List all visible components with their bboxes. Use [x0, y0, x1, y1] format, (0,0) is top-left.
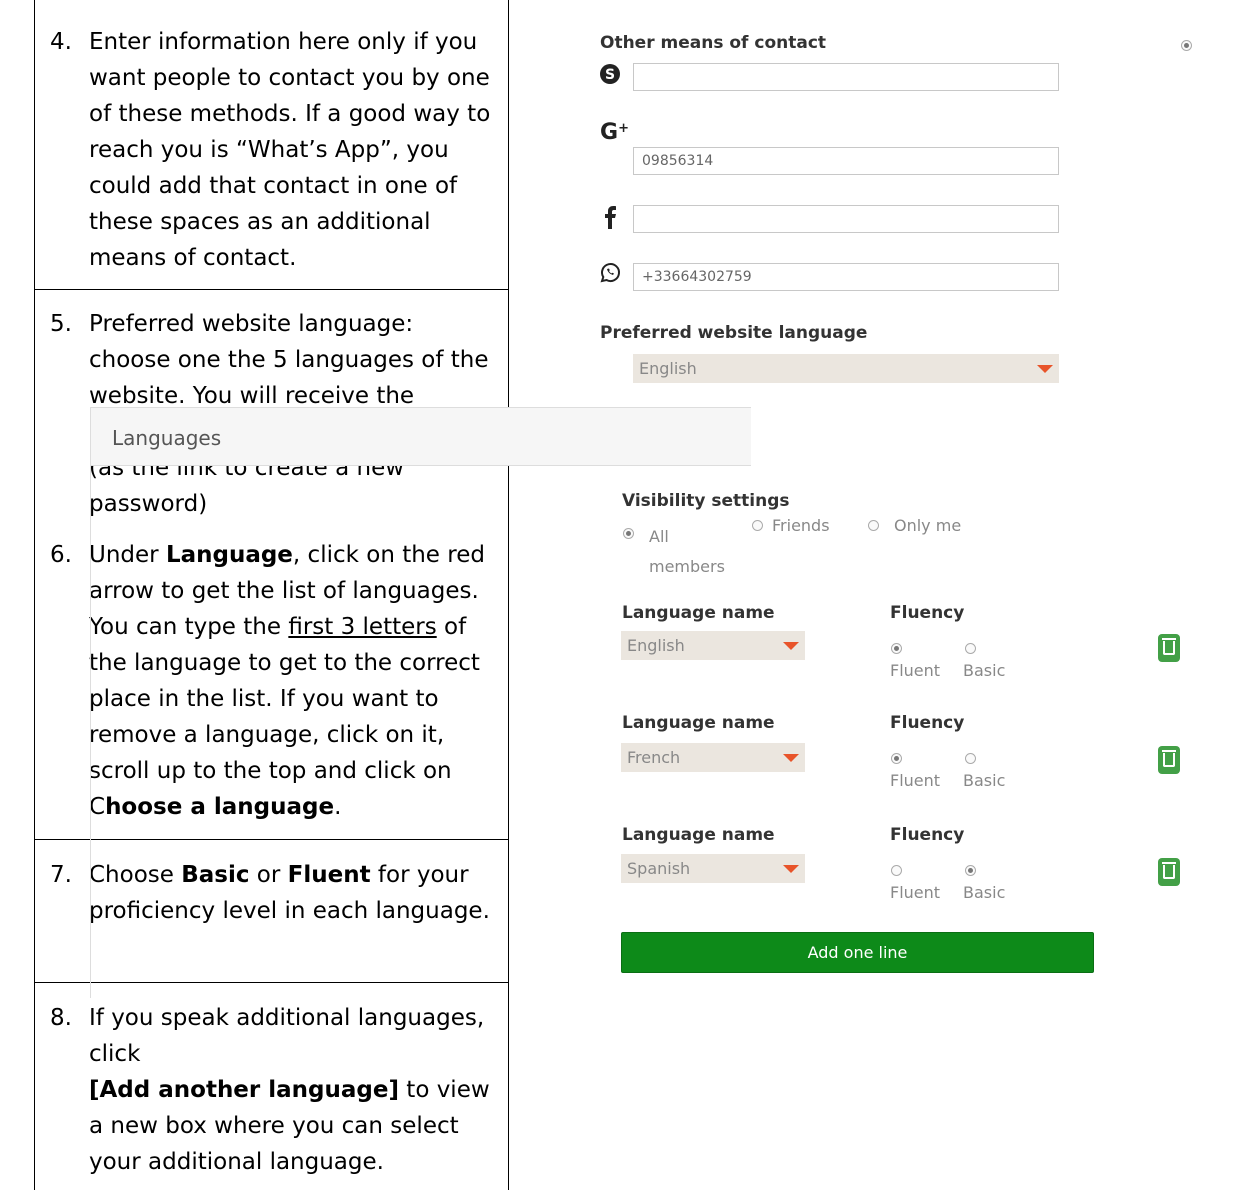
website-language-select[interactable]: English	[633, 354, 1059, 383]
emphasis-add-another-language: [Add another language]	[89, 1077, 399, 1103]
chevron-down-icon	[783, 865, 799, 873]
fluency-basic-label: Basic	[963, 771, 1006, 790]
step-number: 6.	[50, 542, 72, 568]
visibility-friends-radio[interactable]	[752, 520, 763, 531]
trash-icon[interactable]	[1158, 746, 1180, 774]
trash-icon[interactable]	[1158, 858, 1180, 886]
step-number: 5.	[50, 311, 72, 337]
chevron-down-icon	[1037, 365, 1053, 373]
language-value: Spanish	[627, 859, 691, 878]
facebook-icon	[598, 205, 622, 229]
contact-visibility-radio[interactable]	[1181, 40, 1192, 51]
language-name-label: Language name	[622, 825, 775, 845]
table-border-left	[34, 0, 35, 1190]
fluency-basic-radio[interactable]	[965, 753, 976, 764]
language-name-label: Language name	[622, 713, 775, 733]
google-plus-input[interactable]	[633, 147, 1059, 175]
chevron-down-icon	[783, 642, 799, 650]
fluency-fluent-radio[interactable]	[891, 753, 902, 764]
contact-label: Other means of contact	[600, 33, 827, 53]
visibility-all-members-label: All members	[649, 527, 725, 576]
skype-input[interactable]	[633, 63, 1059, 91]
language-select[interactable]: English	[621, 631, 805, 660]
website-language-label: Preferred website language	[600, 323, 868, 343]
language-select[interactable]: French	[621, 743, 805, 772]
text-run: If you speak additional languages, click	[89, 1005, 485, 1067]
step-text: Enter information here only if you want …	[89, 29, 491, 271]
fluency-fluent-label: Fluent	[890, 771, 941, 790]
skype-icon: S	[598, 62, 622, 86]
language-value: English	[627, 636, 685, 655]
fluency-basic-label: Basic	[963, 883, 1006, 902]
step-text: If you speak additional languages, click…	[89, 1000, 496, 1180]
step-number: 8.	[50, 1005, 72, 1031]
step-number: 7.	[50, 862, 72, 888]
visibility-only-me-radio[interactable]	[868, 520, 879, 531]
fluency-basic-radio[interactable]	[965, 865, 976, 876]
add-one-line-button[interactable]: Add one line	[621, 932, 1094, 973]
chevron-down-icon	[783, 754, 799, 762]
fluency-fluent-radio[interactable]	[891, 643, 902, 654]
facebook-input[interactable]	[633, 205, 1059, 233]
visibility-friends-label: Friends	[772, 516, 830, 535]
website-language-value: English	[639, 359, 697, 378]
whatsapp-icon	[598, 261, 622, 285]
visibility-all-members-radio[interactable]	[623, 528, 634, 539]
language-select[interactable]: Spanish	[621, 854, 805, 883]
fluency-label: Fluency	[890, 713, 965, 733]
svg-text:S: S	[605, 67, 615, 83]
languages-title: Languages	[91, 408, 751, 466]
fluency-basic-radio[interactable]	[965, 643, 976, 654]
language-name-label: Language name	[622, 603, 775, 623]
fluency-basic-label: Basic	[963, 661, 1006, 680]
row-divider	[34, 289, 508, 290]
trash-icon[interactable]	[1158, 634, 1180, 662]
fluency-fluent-label: Fluent	[890, 883, 941, 902]
fluency-label: Fluency	[890, 825, 965, 845]
whatsapp-input[interactable]	[633, 263, 1059, 291]
visibility-label: Visibility settings	[622, 491, 790, 511]
fluency-label: Fluency	[890, 603, 965, 623]
google-plus-icon: G +	[600, 119, 629, 145]
fluency-fluent-label: Fluent	[890, 661, 941, 680]
visibility-only-me-label: Only me	[894, 516, 962, 535]
step-number: 4.	[50, 29, 72, 55]
fluency-fluent-radio[interactable]	[891, 865, 902, 876]
language-value: French	[627, 748, 681, 767]
